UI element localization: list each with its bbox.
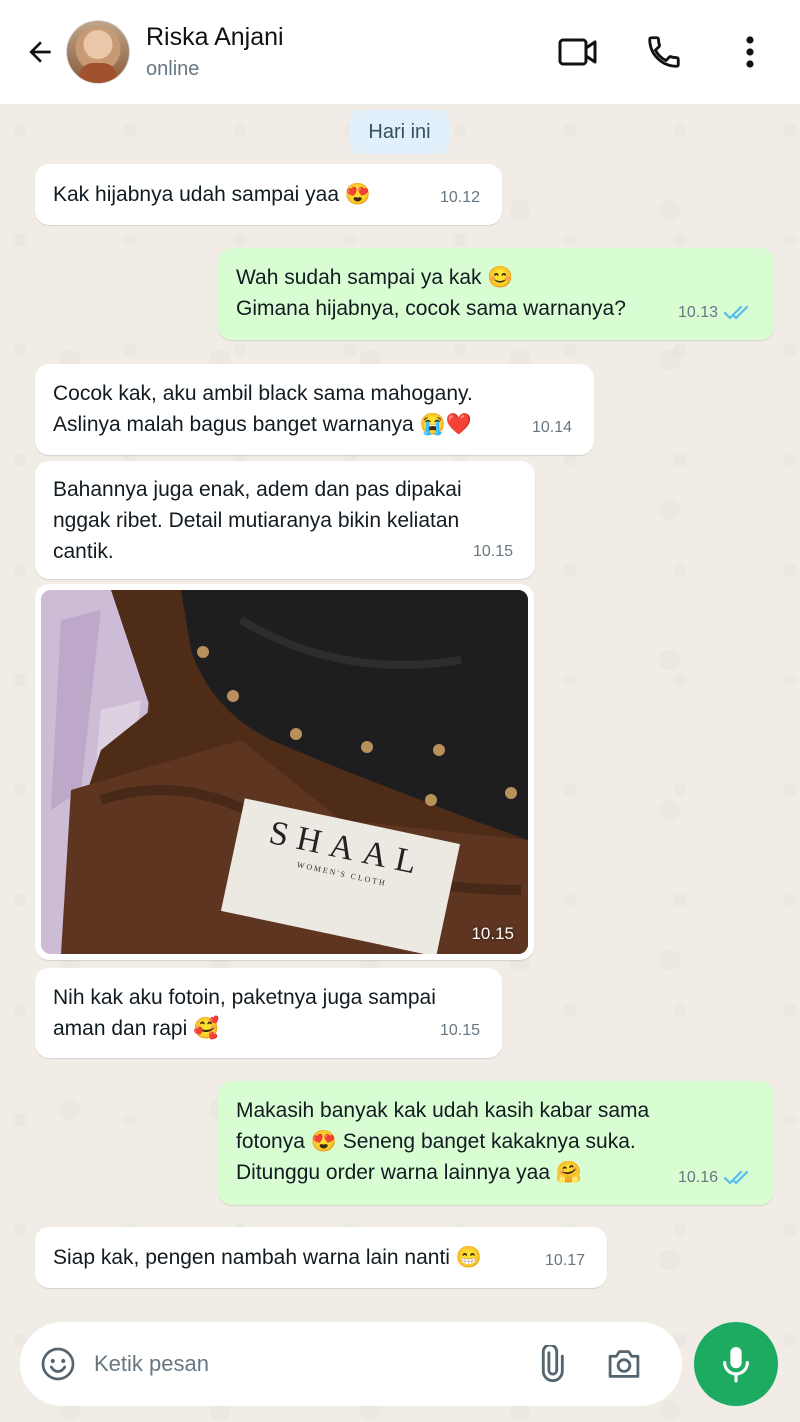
- read-receipt: [724, 1170, 752, 1186]
- message-text: Siap kak, pengen nambah warna lain nanti…: [53, 1246, 482, 1269]
- voice-message-button[interactable]: [694, 1322, 778, 1406]
- double-check-icon: [724, 1170, 749, 1184]
- attach-button[interactable]: [528, 1342, 572, 1386]
- message-time: 10.13: [677, 304, 718, 321]
- phone-icon: [648, 36, 680, 68]
- message-meta: 10.17: [545, 1245, 585, 1276]
- video-call-icon: [558, 38, 597, 66]
- back-button[interactable]: [20, 32, 60, 72]
- message-meta: 10.14: [532, 412, 572, 443]
- message-bubble-incoming[interactable]: Siap kak, pengen nambah warna lain nanti…: [35, 1227, 607, 1288]
- message-bubble-incoming[interactable]: Bahannya juga enak, adem dan pas dipakai…: [35, 461, 535, 579]
- image-message[interactable]: SHAAL WOMEN'S CLOTH 10.15: [35, 584, 534, 960]
- message-input[interactable]: [94, 1351, 514, 1377]
- emoji-icon: [41, 1347, 75, 1381]
- date-chip: Hari ini: [349, 110, 450, 154]
- message-time: 10.16: [677, 1169, 718, 1186]
- message-composer: [20, 1322, 682, 1406]
- message-text: Nih kak aku fotoin, paketnya juga sampai…: [53, 986, 436, 1040]
- message-bubble-incoming[interactable]: Kak hijabnya udah sampai yaa 😍 10.12: [35, 164, 502, 225]
- message-text: Bahannya juga enak, adem dan pas dipakai…: [53, 478, 462, 563]
- message-meta: 10.13: [678, 297, 752, 328]
- avatar[interactable]: [66, 20, 130, 84]
- message-bubble-incoming[interactable]: Nih kak aku fotoin, paketnya juga sampai…: [35, 968, 502, 1058]
- emoji-button[interactable]: [38, 1344, 78, 1384]
- message-text: Makasih banyak kak udah kasih kabar sama…: [236, 1099, 650, 1184]
- back-arrow-icon: [29, 41, 51, 63]
- message-text: Kak hijabnya udah sampai yaa 😍: [53, 183, 372, 206]
- video-call-button[interactable]: [556, 30, 600, 74]
- chat-header: Riska Anjani online: [0, 0, 800, 104]
- hijab-photo[interactable]: SHAAL WOMEN'S CLOTH 10.15: [41, 590, 528, 954]
- paperclip-icon: [541, 1345, 564, 1383]
- message-meta: 10.15: [440, 1015, 480, 1046]
- message-time: 10.12: [439, 189, 480, 206]
- more-options-button[interactable]: [728, 30, 772, 74]
- more-options-icon: [746, 36, 754, 68]
- contact-name: Riska Anjani: [146, 23, 284, 51]
- message-meta: 10.15: [473, 536, 513, 567]
- read-receipt: [724, 305, 752, 321]
- message-time: 10.15: [439, 1022, 480, 1039]
- camera-button[interactable]: [602, 1342, 646, 1386]
- message-bubble-outgoing[interactable]: Makasih banyak kak udah kasih kabar sama…: [218, 1081, 774, 1205]
- header-actions: [514, 30, 772, 74]
- contact-status: online: [146, 58, 200, 80]
- message-time: 10.15: [471, 924, 514, 943]
- voice-call-button[interactable]: [642, 30, 686, 74]
- message-time: 10.14: [531, 419, 572, 436]
- message-text: Cocok kak, aku ambil black sama mahogany…: [53, 382, 473, 436]
- message-meta: 10.16: [678, 1162, 752, 1193]
- microphone-icon: [723, 1347, 749, 1383]
- message-time: 10.17: [544, 1252, 585, 1269]
- double-check-icon: [724, 305, 749, 319]
- camera-icon: [608, 1350, 640, 1378]
- message-bubble-outgoing[interactable]: Wah sudah sampai ya kak 😊 Gimana hijabny…: [218, 248, 774, 340]
- message-bubble-incoming[interactable]: Cocok kak, aku ambil black sama mahogany…: [35, 364, 594, 455]
- message-text: Wah sudah sampai ya kak 😊 Gimana hijabny…: [236, 266, 626, 320]
- contact-info[interactable]: Riska Anjani online: [146, 22, 284, 82]
- message-meta: 10.12: [440, 182, 480, 213]
- message-time: 10.15: [472, 543, 513, 560]
